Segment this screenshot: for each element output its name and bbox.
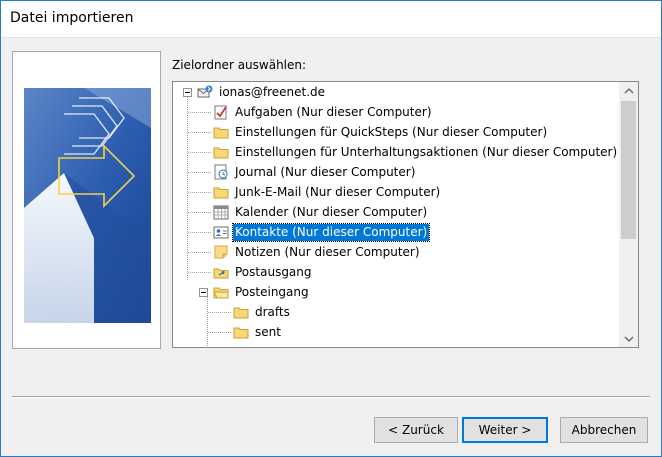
- title-bar: Datei importieren: [0, 0, 662, 38]
- tree-item-drafts[interactable]: drafts: [233, 302, 292, 322]
- tree-item-label: drafts: [255, 304, 290, 319]
- tree-item-kontakte[interactable]: Kontakte (Nur dieser Computer): [213, 222, 431, 242]
- tree-item-label: Aufgaben (Nur dieser Computer): [235, 104, 432, 119]
- collapse-root-toggle[interactable]: [183, 88, 192, 97]
- cancel-button[interactable]: Abbrechen: [560, 417, 648, 443]
- tree-connector: [188, 132, 211, 133]
- contacts-icon: [213, 224, 229, 240]
- tree-connector: [208, 332, 231, 333]
- tree-connector: [188, 232, 211, 233]
- inbox-icon: [213, 284, 229, 300]
- scroll-thumb[interactable]: [621, 101, 636, 239]
- scroll-up-button[interactable]: [619, 82, 638, 99]
- notes-icon: [213, 244, 229, 260]
- folder-tree[interactable]: ionas@freenet.de Aufgaben (Nur dieser Co…: [172, 81, 639, 348]
- tree-root-mailbox[interactable]: ionas@freenet.de: [197, 82, 327, 102]
- folder-icon: [233, 304, 249, 320]
- tree-item-label: Junk-E-Mail (Nur dieser Computer): [235, 184, 441, 199]
- tree-item-label: Kalender (Nur dieser Computer): [235, 204, 428, 219]
- tree-item-label: Postausgang: [235, 264, 312, 279]
- tree-connector: [188, 212, 211, 213]
- tree-item-label: Posteingang: [235, 284, 309, 299]
- back-button[interactable]: < Zurück: [374, 417, 458, 443]
- chevron-down-icon: [624, 336, 633, 342]
- folder-icon: [213, 184, 229, 200]
- tree-item-notizen[interactable]: Notizen (Nur dieser Computer): [213, 242, 422, 262]
- tree-item-junk[interactable]: Junk-E-Mail (Nur dieser Computer): [213, 182, 442, 202]
- mailbox-icon: [197, 84, 213, 100]
- folder-icon: [213, 144, 229, 160]
- tree-connector: [188, 152, 211, 153]
- tree-item-postausgang[interactable]: Postausgang: [213, 262, 314, 282]
- tree-item-unterhaltungsaktionen[interactable]: Einstellungen für Unterhaltungsaktionen …: [213, 142, 619, 162]
- footer-separator: [12, 396, 650, 398]
- folder-icon: [233, 324, 249, 340]
- outbox-icon: [213, 264, 229, 280]
- tree-connector: [188, 272, 211, 273]
- tree-root-label: ionas@freenet.de: [219, 84, 326, 99]
- vertical-scrollbar[interactable]: [619, 82, 638, 347]
- tree-connector: [188, 172, 211, 173]
- window-title: Datei importieren: [10, 10, 134, 26]
- tree-item-label: Notizen (Nur dieser Computer): [235, 244, 420, 259]
- tree-connector-line: [207, 296, 208, 346]
- tree-item-posteingang[interactable]: Posteingang: [213, 282, 311, 302]
- target-folder-label: Zielordner auswählen:: [172, 58, 307, 72]
- scroll-down-button[interactable]: [619, 330, 638, 347]
- tree-item-label: Einstellungen für QuickSteps (Nur dieser…: [235, 124, 548, 139]
- chevron-up-icon: [624, 87, 633, 93]
- tree-item-aufgaben[interactable]: Aufgaben (Nur dieser Computer): [213, 102, 434, 122]
- wizard-banner: [12, 51, 161, 349]
- tree-connector: [188, 252, 211, 253]
- tree-connector: [208, 312, 231, 313]
- tree-item-kalender[interactable]: Kalender (Nur dieser Computer): [213, 202, 429, 222]
- tree-item-sent[interactable]: sent: [233, 322, 283, 342]
- journal-icon: [213, 164, 229, 180]
- tree-item-label: Kontakte (Nur dieser Computer): [231, 222, 431, 242]
- collapse-inbox-toggle[interactable]: [199, 288, 208, 297]
- calendar-icon: [213, 204, 229, 220]
- tree-item-label: Einstellungen für Unterhaltungsaktionen …: [235, 144, 618, 159]
- tree-item-quicksteps[interactable]: Einstellungen für QuickSteps (Nur dieser…: [213, 122, 549, 142]
- tree-item-label: Journal (Nur dieser Computer): [235, 164, 416, 179]
- tree-connector: [188, 112, 211, 113]
- tree-connector: [188, 192, 211, 193]
- tasks-icon: [213, 104, 229, 120]
- tree-item-journal[interactable]: Journal (Nur dieser Computer): [213, 162, 417, 182]
- folder-icon: [213, 124, 229, 140]
- import-wizard-graphic: [24, 88, 151, 323]
- tree-item-label: sent: [255, 324, 281, 339]
- next-button[interactable]: Weiter >: [462, 417, 548, 443]
